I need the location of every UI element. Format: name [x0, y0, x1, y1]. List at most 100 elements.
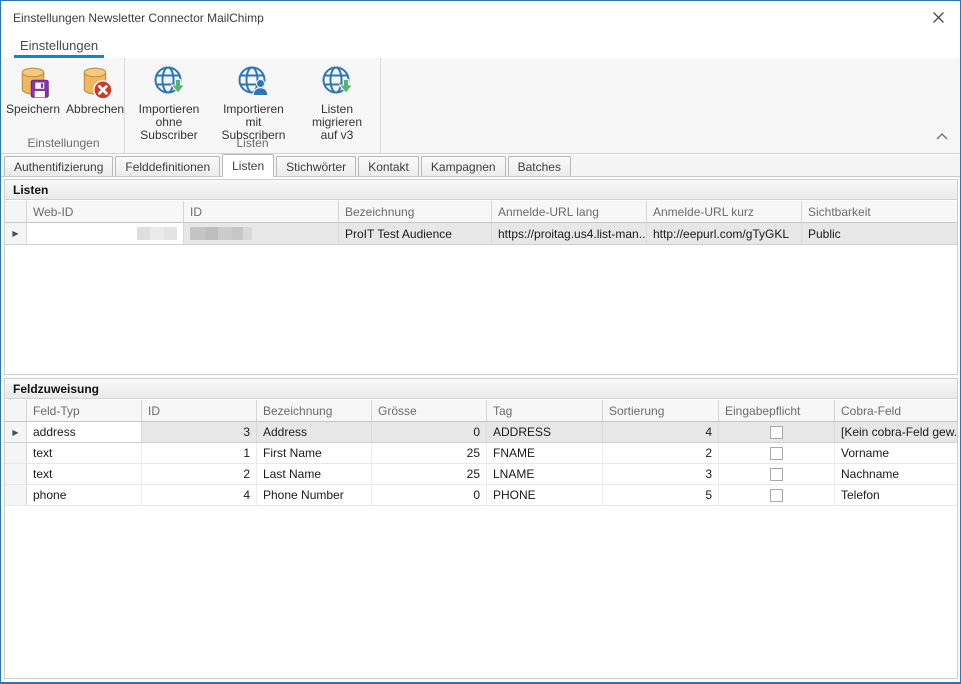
column-header-anmelde-url-lang[interactable]: Anmelde-URL lang [492, 201, 647, 222]
listen-migrieren-button[interactable]: Listen migrieren auf v3 [294, 62, 380, 144]
speichern-button[interactable]: Speichern [3, 62, 63, 118]
cell-id[interactable] [184, 223, 339, 244]
table-row[interactable]: ▶ ProIT Test Audience https://proitag.us… [5, 223, 957, 245]
column-header-feld-typ[interactable]: Feld-Typ [27, 400, 142, 421]
globe-import-icon [151, 64, 187, 100]
dialog-window: Einstellungen Newsletter Connector MailC… [0, 0, 961, 684]
cell-cobra-feld[interactable]: [Kein cobra-Feld gew... [835, 422, 957, 442]
column-header-anmelde-url-kurz[interactable]: Anmelde-URL kurz [647, 201, 802, 222]
cell-tag[interactable]: FNAME [487, 443, 603, 463]
column-header-tag[interactable]: Tag [487, 400, 603, 421]
table-row[interactable]: text 1 First Name 25 FNAME 2 Vorname [5, 443, 957, 464]
table-row[interactable]: ▶ address 3 Address 0 ADDRESS 4 [Kein co… [5, 422, 957, 443]
feldzuweisung-grid-header: Feld-Typ ID Bezeichnung Grösse Tag Sorti… [5, 400, 957, 422]
tab-batches[interactable]: Batches [508, 156, 571, 176]
column-header-eingabepflicht[interactable]: Eingabepflicht [719, 400, 835, 421]
cell-bezeichnung[interactable]: Last Name [257, 464, 372, 484]
redacted-value [137, 227, 177, 240]
cell-sichtbarkeit[interactable]: Public [802, 223, 957, 244]
listen-tab-panel: Listen Web-ID ID Bezeichnung Anmelde-URL… [1, 178, 960, 682]
cell-anmelde-url-lang[interactable]: https://proitag.us4.list-man... [492, 223, 647, 244]
title-bar: Einstellungen Newsletter Connector MailC… [1, 1, 960, 34]
column-header-id[interactable]: ID [142, 400, 257, 421]
cell-eingabepflicht [719, 464, 835, 484]
collapse-ribbon-icon[interactable] [936, 127, 948, 145]
cell-tag[interactable]: PHONE [487, 485, 603, 505]
ribbon: Einstellungen [1, 34, 960, 154]
table-row[interactable]: phone 4 Phone Number 0 PHONE 5 Telefon [5, 485, 957, 506]
table-row[interactable]: text 2 Last Name 25 LNAME 3 Nachname [5, 464, 957, 485]
cell-id[interactable]: 3 [142, 422, 257, 442]
column-header-sichtbarkeit[interactable]: Sichtbarkeit [802, 201, 957, 222]
cell-cobra-feld[interactable]: Vorname [835, 443, 957, 463]
cell-bezeichnung[interactable]: ProIT Test Audience [339, 223, 492, 244]
cell-tag[interactable]: LNAME [487, 464, 603, 484]
abbrechen-button[interactable]: Abbrechen [63, 62, 127, 118]
ribbon-tab-row: Einstellungen [1, 34, 960, 58]
importieren-ohne-subscriber-button[interactable]: Importieren ohne Subscriber [125, 62, 213, 144]
cell-bezeichnung[interactable]: First Name [257, 443, 372, 463]
cell-id[interactable]: 4 [142, 485, 257, 505]
column-header-cobra-feld[interactable]: Cobra-Feld [835, 400, 957, 421]
row-selector-header [5, 400, 27, 421]
column-header-bezeichnung[interactable]: Bezeichnung [257, 400, 372, 421]
cell-feld-typ[interactable]: phone [27, 485, 142, 505]
tab-felddefinitionen[interactable]: Felddefinitionen [115, 156, 220, 176]
cell-eingabepflicht [719, 422, 835, 442]
column-header-id[interactable]: ID [184, 201, 339, 222]
cell-bezeichnung[interactable]: Address [257, 422, 372, 442]
cell-groesse[interactable]: 0 [372, 422, 487, 442]
database-cancel-icon [77, 64, 113, 100]
ribbon-group-label-einstellungen: Einstellungen [3, 136, 124, 150]
cell-sortierung[interactable]: 4 [603, 422, 719, 442]
cell-sortierung[interactable]: 2 [603, 443, 719, 463]
column-header-groesse[interactable]: Grösse [372, 400, 487, 421]
cell-feld-typ[interactable]: text [27, 443, 142, 463]
ribbon-tab-einstellungen[interactable]: Einstellungen [14, 38, 104, 58]
row-selector-header [5, 201, 27, 222]
cell-eingabepflicht [719, 443, 835, 463]
speichern-label: Speichern [6, 103, 60, 116]
eingabepflicht-checkbox[interactable] [770, 468, 783, 481]
cell-groesse[interactable]: 0 [372, 485, 487, 505]
cell-id[interactable]: 2 [142, 464, 257, 484]
column-header-web-id[interactable]: Web-ID [27, 201, 184, 222]
listen-groupbox-title: Listen [5, 180, 957, 200]
cell-id[interactable]: 1 [142, 443, 257, 463]
row-selector[interactable] [5, 464, 27, 484]
tab-stichwoerter[interactable]: Stichwörter [276, 156, 356, 176]
row-selector-arrow[interactable]: ▶ [5, 422, 27, 442]
tab-kontakt[interactable]: Kontakt [358, 156, 419, 176]
database-save-icon [15, 64, 51, 100]
cell-feld-typ[interactable]: address [27, 422, 142, 442]
row-selector[interactable] [5, 485, 27, 505]
cell-cobra-feld[interactable]: Telefon [835, 485, 957, 505]
tab-authentifizierung[interactable]: Authentifizierung [4, 156, 113, 176]
cell-sortierung[interactable]: 3 [603, 464, 719, 484]
cell-web-id[interactable] [27, 223, 184, 244]
column-header-sortierung[interactable]: Sortierung [603, 400, 719, 421]
listen-groupbox: Listen Web-ID ID Bezeichnung Anmelde-URL… [4, 179, 958, 375]
cell-cobra-feld[interactable]: Nachname [835, 464, 957, 484]
eingabepflicht-checkbox[interactable] [770, 489, 783, 502]
importieren-mit-subscribern-button[interactable]: Importieren mit Subscribern [213, 62, 294, 144]
column-header-bezeichnung[interactable]: Bezeichnung [339, 201, 492, 222]
cell-sortierung[interactable]: 5 [603, 485, 719, 505]
feldzuweisung-groupbox: Feldzuweisung Feld-Typ ID Bezeichnung Gr… [4, 378, 958, 679]
cell-eingabepflicht [719, 485, 835, 505]
row-selector-arrow[interactable]: ▶ [5, 223, 27, 244]
row-selector[interactable] [5, 443, 27, 463]
cell-groesse[interactable]: 25 [372, 464, 487, 484]
globe-import-subscribers-icon [235, 64, 271, 100]
eingabepflicht-checkbox[interactable] [770, 447, 783, 460]
tab-kampagnen[interactable]: Kampagnen [421, 156, 506, 176]
tab-listen[interactable]: Listen [222, 154, 274, 177]
cell-tag[interactable]: ADDRESS [487, 422, 603, 442]
cell-feld-typ[interactable]: text [27, 464, 142, 484]
cell-bezeichnung[interactable]: Phone Number [257, 485, 372, 505]
close-icon[interactable] [932, 11, 945, 24]
eingabepflicht-checkbox[interactable] [770, 426, 783, 439]
cell-groesse[interactable]: 25 [372, 443, 487, 463]
cell-anmelde-url-kurz[interactable]: http://eepurl.com/gTyGKL [647, 223, 802, 244]
ribbon-group-listen: Importieren ohne Subscriber [124, 58, 381, 153]
